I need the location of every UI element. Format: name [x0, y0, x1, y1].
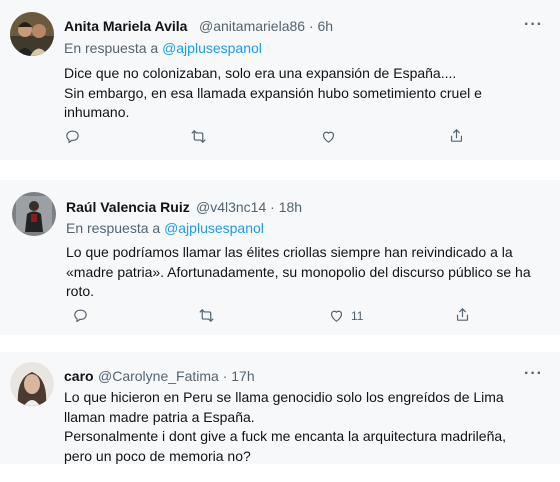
reply-icon	[66, 130, 79, 144]
author-handle[interactable]: @v4l3nc14	[196, 199, 266, 215]
like-icon	[322, 131, 335, 143]
reply-prefix: En respuesta a	[64, 40, 159, 56]
tweet-card[interactable]: caro @Carolyne_Fatima · 17h ··· Lo que h…	[0, 352, 560, 464]
timestamp[interactable]: 18h	[279, 199, 302, 215]
tweet-text-line: Personalmente i dont give a fuck me enca…	[64, 428, 507, 444]
author-name[interactable]: Raúl Valencia Ruiz	[66, 199, 190, 215]
reply-mention-link[interactable]: @ajplusespanol	[162, 40, 262, 56]
tweet-text-line: Sin embargo, en esa llamada expansión hu…	[64, 84, 482, 101]
tweet-text-line: inhumano.	[64, 104, 130, 120]
tweet-text-line: Dice que no colonizaban, solo era una ex…	[64, 65, 457, 81]
share-icon	[456, 308, 469, 321]
author-name[interactable]: caro	[64, 368, 94, 384]
share-button[interactable]	[454, 306, 471, 323]
share-icon	[450, 129, 463, 142]
retweet-button[interactable]	[198, 307, 215, 324]
separator: ·	[270, 199, 275, 215]
more-icon[interactable]: ···	[524, 16, 543, 34]
like-button[interactable]: 11	[328, 307, 363, 324]
author-name[interactable]: Anita Mariela Avila	[64, 18, 187, 34]
timestamp[interactable]: 17h	[231, 368, 254, 384]
retweet-icon	[199, 309, 214, 322]
reply-button[interactable]	[72, 307, 89, 324]
separator: ·	[222, 368, 228, 384]
avatar[interactable]	[10, 362, 54, 406]
avatar[interactable]	[12, 192, 56, 236]
like-icon	[330, 310, 343, 322]
tweet-text: Lo que podríamos llamar las élites criol…	[66, 243, 531, 302]
timestamp[interactable]: 6h	[318, 18, 334, 34]
tweet-text-line: Lo que hicieron en Peru se llama genocid…	[64, 389, 504, 405]
author-handle[interactable]: @anitamariela86	[199, 18, 305, 34]
reply-prefix: En respuesta a	[66, 220, 161, 236]
separator: ·	[308, 18, 314, 34]
retweet-button[interactable]	[190, 128, 207, 145]
reply-icon	[74, 309, 87, 323]
tweet-card[interactable]: Anita Mariela Avila @anitamariela86 · 6h…	[0, 0, 560, 160]
like-button[interactable]	[320, 128, 343, 145]
tweet-text-line: pero un poco de memoria no?	[64, 447, 251, 464]
author-handle[interactable]: @Carolyne_Fatima	[98, 368, 219, 384]
tweet-text: Lo que hicieron en Peru se llama genocid…	[64, 388, 506, 466]
retweet-icon	[191, 130, 206, 143]
reply-mention-link[interactable]: @ajplusespanol	[164, 220, 264, 236]
tweet-card[interactable]: Raúl Valencia Ruiz @v4l3nc14 · 18h En re…	[0, 180, 560, 335]
reply-button[interactable]	[64, 128, 81, 145]
tweet-text-line: roto.	[66, 283, 95, 299]
share-button[interactable]	[448, 127, 465, 144]
tweet-text-line: «madre patria». Afortunadamente, su mono…	[66, 263, 531, 280]
more-icon[interactable]: ···	[524, 365, 543, 383]
like-count: 11	[351, 308, 364, 323]
tweet-text-line: llaman madre patria a España.	[64, 408, 255, 425]
avatar[interactable]	[10, 12, 54, 56]
tweet-text: Dice que no colonizaban, solo era una ex…	[64, 64, 482, 123]
tweet-text-line: Lo que podríamos llamar las élites criol…	[66, 244, 513, 260]
